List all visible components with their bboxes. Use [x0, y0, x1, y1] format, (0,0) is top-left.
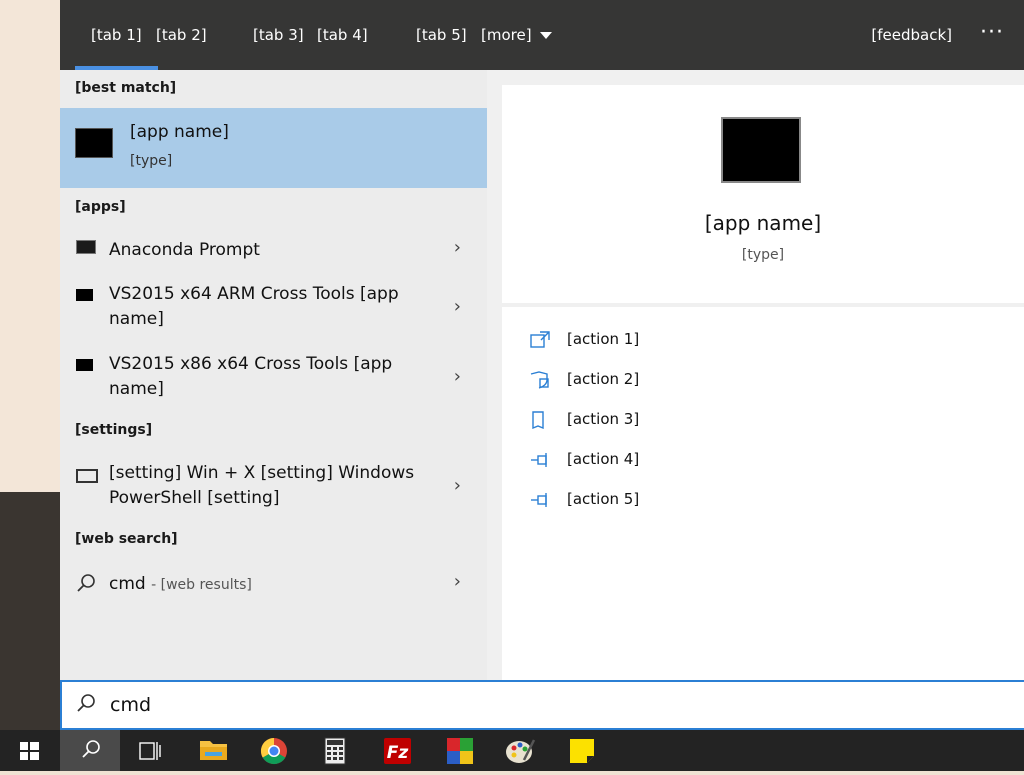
- taskbar-sticky-notes[interactable]: [552, 730, 612, 771]
- app-result-label: VS2015 x86 x64 Cross Tools [app name]: [109, 354, 393, 399]
- detail-title: [app name]: [704, 211, 822, 235]
- paint-icon: [506, 739, 536, 763]
- results-list: [best match] [app name] [type] [apps] An…: [60, 70, 487, 680]
- pin-icon: [531, 493, 547, 507]
- folder-location-icon: [532, 411, 544, 429]
- feedback-button[interactable]: [feedback]: [871, 0, 952, 70]
- shield-icon: [530, 371, 549, 389]
- taskbar-colorful-app[interactable]: [430, 730, 490, 771]
- detail-actions: [action 1] [action 2] [action 3] [action…: [502, 307, 1024, 680]
- web-search-header: [web search]: [75, 531, 178, 547]
- tab-more[interactable]: [more]: [481, 0, 552, 70]
- search-input[interactable]: [108, 690, 992, 720]
- sticky-notes-icon: [570, 739, 594, 763]
- search-scope-bar: [tab 1] [tab 2] [tab 3] [tab 4] [tab 5] …: [60, 0, 1024, 70]
- calculator-icon: [324, 737, 346, 765]
- open-label: [action 1]: [567, 330, 640, 348]
- detail-subtitle: [type]: [741, 247, 785, 263]
- chevron-right-icon[interactable]: ›: [454, 475, 461, 496]
- chevron-right-icon[interactable]: ›: [454, 366, 461, 387]
- search-icon: [82, 740, 100, 758]
- terminal-icon: [76, 240, 96, 254]
- chevron-right-icon[interactable]: ›: [454, 237, 461, 258]
- web-result-text: cmd - [web results]: [109, 572, 419, 598]
- windows-start-icon: [20, 742, 39, 760]
- web-query: cmd: [109, 574, 146, 594]
- run-as-admin-label: [action 2]: [567, 370, 640, 388]
- open-icon: [530, 331, 550, 348]
- best-match-subtitle: [type]: [130, 153, 173, 169]
- app-result-label: Anaconda Prompt: [109, 240, 260, 260]
- chevron-down-icon: [539, 32, 552, 39]
- start-search-panel: [tab 1] [tab 2] [tab 3] [tab 4] [tab 5] …: [60, 0, 1024, 730]
- terminal-icon: [76, 359, 93, 371]
- start-button[interactable]: [0, 730, 60, 771]
- apps-header: [apps]: [75, 199, 126, 215]
- app-result-label: VS2015 x64 ARM Cross Tools [app name]: [109, 284, 399, 329]
- task-view-icon: [139, 742, 161, 760]
- taskbar-file-explorer[interactable]: [183, 730, 243, 771]
- task-view-button[interactable]: [120, 730, 180, 771]
- best-match-item[interactable]: [app name] [type]: [60, 108, 487, 188]
- tab-more-label: [more]: [481, 26, 532, 44]
- terminal-icon: [76, 289, 93, 301]
- tab-documents[interactable]: [tab 3]: [253, 0, 304, 70]
- taskbar: Fz: [0, 730, 1024, 771]
- search-icon: [77, 694, 95, 712]
- desktop-wallpaper-dark: [0, 492, 60, 730]
- settings-header: [settings]: [75, 422, 153, 438]
- best-match-header: [best match]: [75, 80, 177, 96]
- terminal-icon: [75, 128, 113, 158]
- pin-icon: [531, 453, 547, 467]
- tab-email[interactable]: [tab 4]: [317, 0, 368, 70]
- terminal-icon: [721, 117, 801, 183]
- filezilla-icon: Fz: [384, 738, 411, 764]
- chrome-icon: [260, 737, 287, 765]
- list-item[interactable]: Anaconda Prompt ›: [60, 233, 487, 269]
- colorful-app-icon: [447, 738, 473, 764]
- list-item[interactable]: VS2015 x86 x64 Cross Tools [app name] ›: [60, 352, 487, 408]
- taskbar-filezilla[interactable]: Fz: [368, 730, 428, 771]
- detail-header-card: [app name] [type]: [502, 85, 1024, 303]
- web-result-suffix: - [web results]: [151, 577, 252, 593]
- best-match-title: [app name]: [130, 122, 229, 142]
- tab-web[interactable]: [tab 5]: [416, 0, 467, 70]
- more-options-icon[interactable]: ···: [980, 0, 1004, 70]
- search-icon: [77, 574, 95, 592]
- file-explorer-icon: [200, 741, 227, 760]
- pin-to-taskbar-label: [action 5]: [567, 490, 640, 508]
- list-item[interactable]: [setting] Win + X [setting] Windows Powe…: [60, 461, 487, 517]
- list-item[interactable]: cmd - [web results] ›: [60, 568, 487, 602]
- chevron-right-icon[interactable]: ›: [454, 571, 461, 592]
- open-file-location-label: [action 3]: [567, 410, 640, 428]
- taskbar-search-button[interactable]: [60, 730, 120, 771]
- tab-all[interactable]: [tab 1]: [75, 0, 158, 70]
- setting-result-label: [setting] Win + X [setting] Windows Powe…: [109, 463, 415, 508]
- search-box[interactable]: [60, 680, 1024, 730]
- desktop-wallpaper: [0, 0, 60, 492]
- tab-apps[interactable]: [tab 2]: [156, 0, 207, 70]
- keyboard-icon: [76, 469, 98, 483]
- taskbar-calculator[interactable]: [305, 730, 365, 771]
- pin-to-start-label: [action 4]: [567, 450, 640, 468]
- chevron-right-icon[interactable]: ›: [454, 296, 461, 317]
- svg-text:Fz: Fz: [387, 743, 409, 763]
- taskbar-chrome[interactable]: [244, 730, 304, 771]
- list-item[interactable]: VS2015 x64 ARM Cross Tools [app name] ›: [60, 282, 487, 338]
- taskbar-paint[interactable]: [490, 730, 550, 771]
